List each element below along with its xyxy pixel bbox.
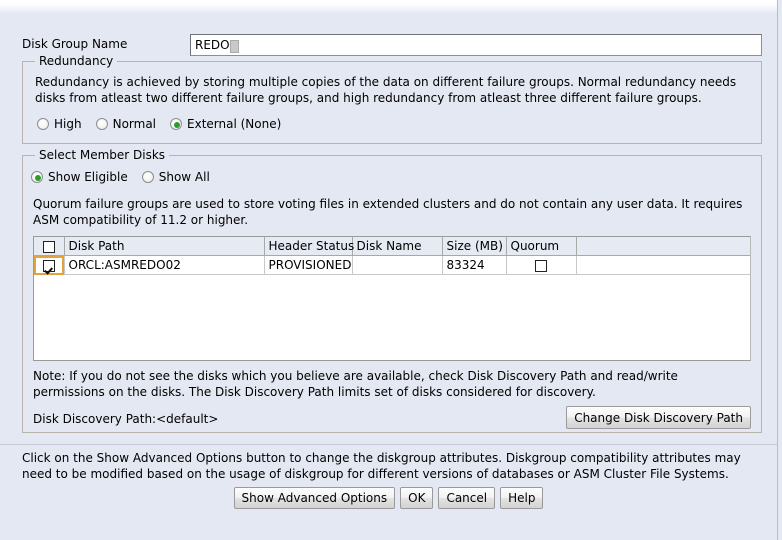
redundancy-groupbox: Redundancy Redundancy is achieved by sto…: [22, 54, 762, 144]
footer-description: Click on the Show Advanced Options butto…: [22, 451, 741, 481]
filter-option-show-all[interactable]: Show All: [141, 170, 210, 184]
footer-button-bar: Show Advanced Options OK Cancel Help: [0, 487, 777, 509]
filter-option-show-all-label: Show All: [158, 170, 210, 184]
redundancy-title: Redundancy: [35, 54, 118, 68]
cell-quorum[interactable]: [506, 255, 577, 275]
disk-discovery-note: Note: If you do not see the disks which …: [33, 369, 678, 399]
disk-table: Disk Path Header Status Disk Name Size (…: [34, 237, 750, 275]
select-all-header-cell[interactable]: [34, 237, 65, 256]
disk-filter-radio-group: Show Eligible Show All: [31, 170, 224, 184]
select-member-disks-groupbox: Select Member Disks Show Eligible Show A…: [22, 148, 762, 433]
row-select-checkbox[interactable]: [42, 259, 55, 272]
radio-icon: [95, 118, 108, 130]
column-header-header-status[interactable]: Header Status: [264, 237, 354, 256]
redundancy-option-external-label: External (None): [187, 117, 282, 131]
disk-group-name-row: Disk Group Name REDO: [0, 34, 770, 56]
cell-size-mb: 83324: [442, 255, 507, 275]
disk-discovery-path-label: Disk Discovery Path:<default>: [33, 412, 219, 426]
select-member-disks-title: Select Member Disks: [35, 148, 170, 162]
change-disk-discovery-path-button[interactable]: Change Disk Discovery Path: [566, 406, 751, 429]
column-header-filler: [576, 237, 750, 256]
column-header-size-mb[interactable]: Size (MB): [442, 237, 507, 256]
help-button[interactable]: Help: [500, 487, 544, 509]
redundancy-option-normal-label: Normal: [112, 117, 157, 131]
redundancy-description: Redundancy is achieved by storing multip…: [35, 75, 737, 105]
disk-group-name-input[interactable]: REDO: [190, 34, 762, 56]
disk-table-header-row: Disk Path Header Status Disk Name Size (…: [34, 237, 750, 256]
cell-disk-path: ORCL:ASMREDO02: [64, 255, 265, 275]
disk-table-container[interactable]: Disk Path Header Status Disk Name Size (…: [33, 236, 751, 361]
column-header-quorum[interactable]: Quorum: [506, 237, 577, 256]
cell-filler: [576, 255, 750, 275]
radio-selected-icon: [31, 171, 43, 183]
redundancy-radio-group: High Normal External (None): [37, 117, 295, 131]
text-cursor: [229, 39, 239, 53]
quorum-checkbox[interactable]: [535, 259, 547, 272]
redundancy-option-high-label: High: [54, 117, 82, 131]
show-advanced-options-button[interactable]: Show Advanced Options: [233, 487, 396, 509]
window-top-gradient: [0, 0, 782, 14]
redundancy-option-high[interactable]: High: [37, 117, 82, 131]
filter-option-show-eligible-label: Show Eligible: [48, 170, 128, 184]
column-header-disk-path[interactable]: Disk Path: [64, 237, 265, 256]
window-right-margin: [778, 0, 782, 540]
redundancy-option-external[interactable]: External (None): [170, 117, 281, 131]
quorum-description: Quorum failure groups are used to store …: [33, 197, 743, 227]
radio-icon: [141, 171, 154, 183]
create-disk-group-dialog: Disk Group Name REDO Redundancy Redundan…: [0, 0, 782, 540]
row-select-cell[interactable]: [34, 255, 65, 275]
table-row[interactable]: ORCL:ASMREDO02 PROVISIONED 83324: [34, 255, 750, 275]
cancel-button[interactable]: Cancel: [438, 487, 496, 509]
footer-divider: [0, 444, 777, 445]
column-header-disk-name[interactable]: Disk Name: [352, 237, 443, 256]
filter-option-show-eligible[interactable]: Show Eligible: [31, 170, 128, 184]
ok-button[interactable]: OK: [400, 487, 434, 509]
disk-group-name-label: Disk Group Name: [22, 37, 128, 51]
disk-group-name-value: REDO: [195, 38, 230, 52]
cell-disk-name: [352, 255, 443, 275]
redundancy-option-normal[interactable]: Normal: [95, 117, 157, 131]
select-all-checkbox[interactable]: [42, 240, 55, 253]
radio-icon: [37, 118, 49, 130]
radio-selected-icon: [170, 118, 183, 130]
cell-header-status: PROVISIONED: [264, 255, 353, 275]
